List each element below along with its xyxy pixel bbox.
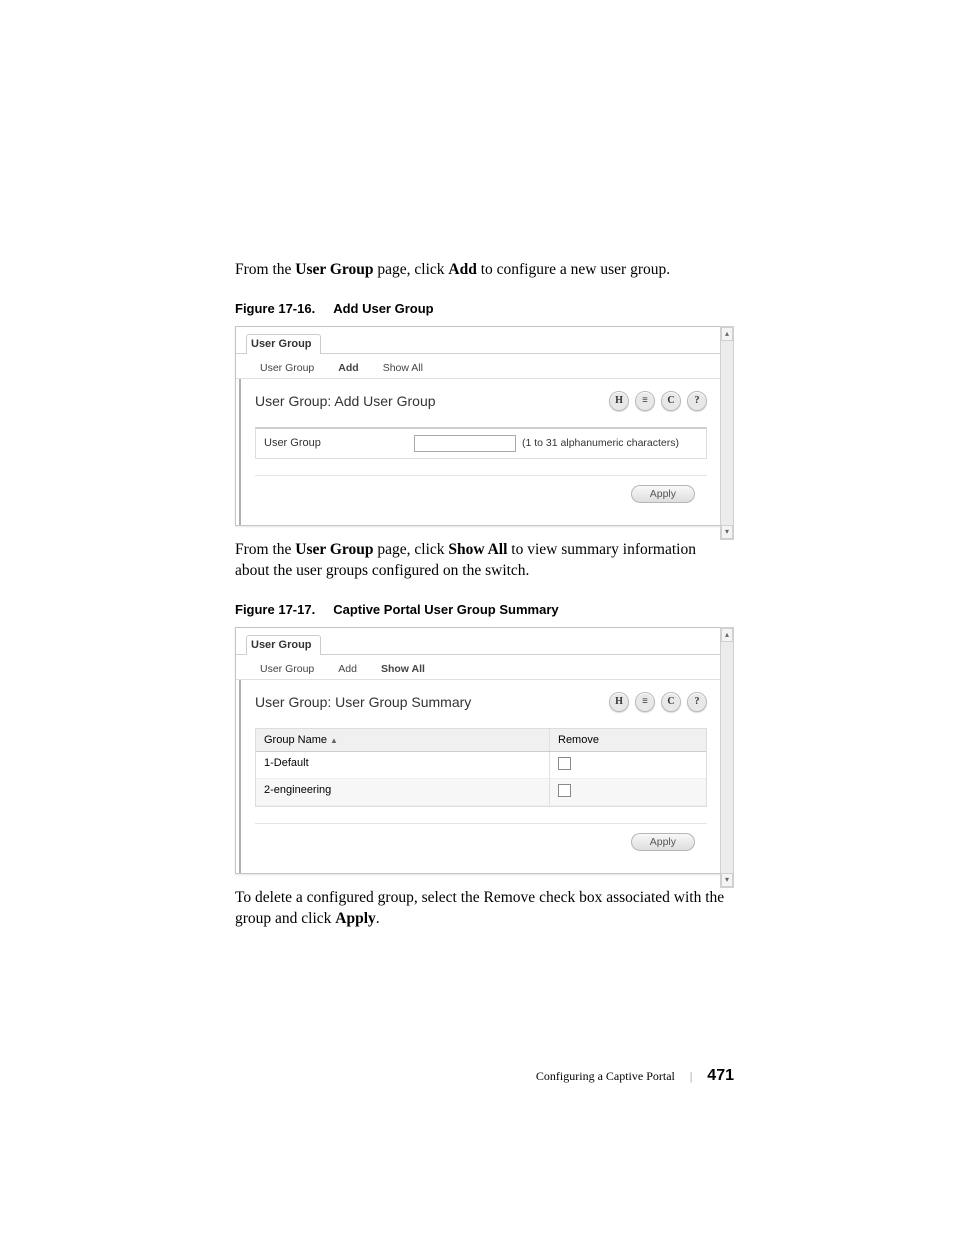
subtab-add[interactable]: Add [328, 360, 368, 376]
help-icon[interactable]: ? [687, 692, 707, 712]
intro-paragraph-1: From the User Group page, click Add to c… [235, 260, 734, 281]
cell-group-name: 1-Default [256, 752, 550, 778]
scroll-up-icon[interactable]: ▴ [721, 628, 733, 642]
main-tab-user-group[interactable]: User Group [246, 635, 321, 655]
table-row: 2-engineering [256, 779, 706, 806]
apply-button[interactable]: Apply [631, 485, 695, 503]
subtab-show-all[interactable]: Show All [371, 661, 435, 677]
table-row: 1-Default [256, 752, 706, 779]
refresh-icon[interactable]: C [661, 391, 681, 411]
main-tab-user-group[interactable]: User Group [246, 334, 321, 354]
save-icon[interactable]: H [609, 692, 629, 712]
subtab-user-group[interactable]: User Group [250, 661, 324, 677]
save-icon[interactable]: H [609, 391, 629, 411]
figure-17-caption: Figure 17-17.Captive Portal User Group S… [235, 602, 734, 617]
intro-paragraph-3: To delete a configured group, select the… [235, 888, 734, 930]
scroll-down-icon[interactable]: ▾ [721, 873, 733, 887]
print-icon[interactable]: ≡ [635, 692, 655, 712]
subtab-add[interactable]: Add [328, 661, 367, 677]
print-icon[interactable]: ≡ [635, 391, 655, 411]
user-group-input[interactable] [414, 435, 516, 452]
remove-checkbox[interactable] [558, 784, 571, 797]
column-remove: Remove [550, 729, 706, 751]
figure-16-caption: Figure 17-16.Add User Group [235, 301, 734, 316]
sort-asc-icon: ▲ [330, 736, 338, 745]
scroll-down-icon[interactable]: ▾ [721, 525, 733, 539]
remove-checkbox[interactable] [558, 757, 571, 770]
scrollbar[interactable]: ▴ ▾ [720, 627, 734, 888]
panel-title: User Group: User Group Summary [255, 694, 471, 710]
panel-title: User Group: Add User Group [255, 393, 436, 409]
cell-group-name: 2-engineering [256, 779, 550, 805]
user-group-hint: (1 to 31 alphanumeric characters) [522, 437, 679, 449]
apply-button[interactable]: Apply [631, 833, 695, 851]
subtab-user-group[interactable]: User Group [250, 360, 324, 376]
scrollbar[interactable]: ▴ ▾ [720, 326, 734, 540]
intro-paragraph-2: From the User Group page, click Show All… [235, 540, 734, 582]
user-group-label: User Group [264, 437, 414, 449]
page-number: 471 [707, 1067, 734, 1084]
column-group-name[interactable]: Group Name▲ [256, 729, 550, 751]
add-user-group-window: User Group User Group Add Show All User … [235, 326, 722, 526]
subtab-show-all[interactable]: Show All [373, 360, 433, 376]
section-title: Configuring a Captive Portal [536, 1069, 675, 1083]
page-footer: Configuring a Captive Portal | 471 [536, 1067, 734, 1085]
help-icon[interactable]: ? [687, 391, 707, 411]
scroll-up-icon[interactable]: ▴ [721, 327, 733, 341]
user-group-summary-window: User Group User Group Add Show All User … [235, 627, 722, 874]
refresh-icon[interactable]: C [661, 692, 681, 712]
